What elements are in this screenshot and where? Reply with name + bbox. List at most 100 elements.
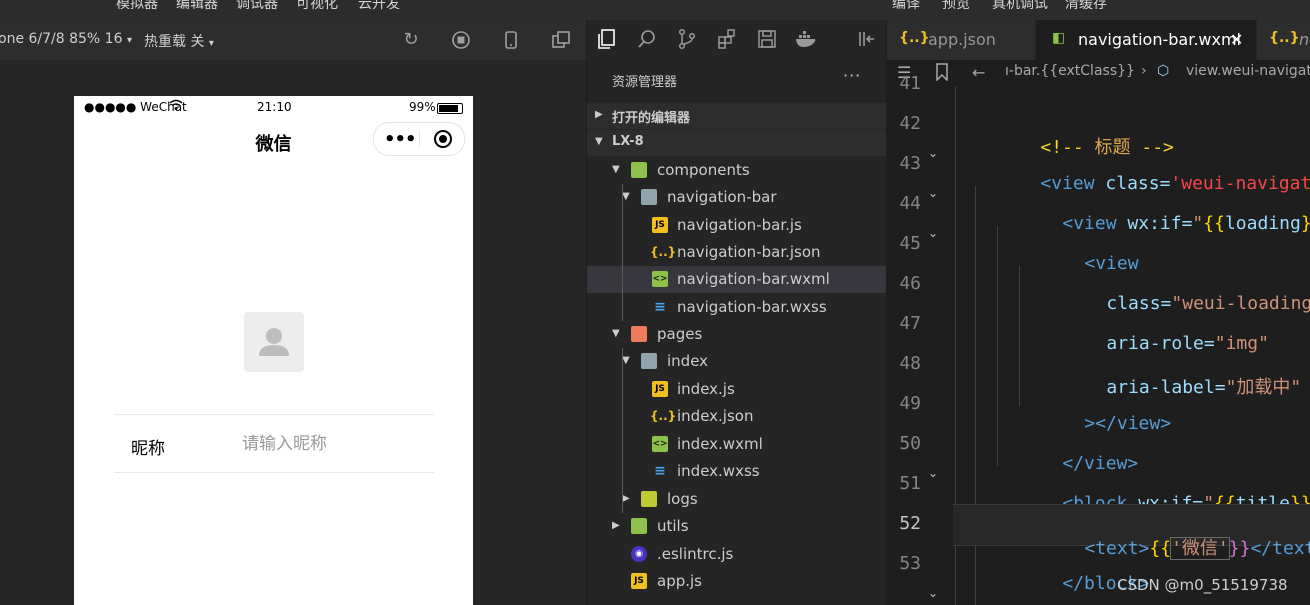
folder-icon — [641, 491, 657, 507]
code-line: <!-- 标题 --> — [1040, 137, 1174, 158]
wxml-file-icon: <> — [652, 271, 668, 287]
menu-clear-cache[interactable]: 清缓存 — [1065, 0, 1107, 13]
tree-folder-index[interactable]: ▼ index — [587, 348, 886, 375]
fold-chevron-icon[interactable]: ⌄ — [928, 226, 938, 240]
refresh-icon[interactable]: ↻ — [401, 30, 421, 50]
detach-window-icon[interactable] — [551, 30, 571, 50]
chevron-down-icon: ▼ — [612, 328, 620, 339]
save-icon[interactable] — [755, 28, 779, 52]
menu-editor[interactable]: 编辑器 — [176, 0, 218, 13]
chevron-right-icon: ▶ — [622, 493, 630, 504]
tab-partial[interactable]: {..} na — [1257, 20, 1310, 60]
search-icon[interactable] — [635, 28, 659, 52]
menu-preview[interactable]: 预览 — [942, 0, 970, 13]
chevron-down-icon: ▼ — [622, 355, 630, 366]
line-gutter: 41 42 43 44 45 46 47 48 49 50 51 52 53 ⌄… — [887, 73, 953, 605]
code-line: <view class='weui-navigation- — [1040, 173, 1310, 194]
activity-bar — [587, 20, 886, 60]
line-number: 44 — [899, 193, 921, 214]
tab-app-json[interactable]: {..} app.json — [887, 20, 1035, 60]
tree-folder-utils[interactable]: ▶ utils — [587, 513, 886, 540]
menu-capsule: ••• — [373, 122, 465, 156]
breadcrumb-item[interactable]: view.weui-navigati — [1186, 63, 1310, 79]
line-number: 41 — [899, 73, 921, 94]
menu-remote-debug[interactable]: 真机调试 — [992, 0, 1048, 13]
wxml-file-icon: ◧ — [1052, 30, 1066, 46]
menu-simulator[interactable]: 模拟器 — [116, 0, 158, 13]
menu-visual[interactable]: 可视化 — [296, 0, 338, 13]
line-number: 50 — [899, 433, 921, 454]
code-line: </view> — [1062, 453, 1139, 474]
tab-navigation-bar-wxml[interactable]: ◧ navigation-bar.wxml ✕ — [1036, 20, 1256, 60]
eslint-file-icon: ◉ — [631, 546, 647, 562]
capsule-divider — [419, 131, 420, 147]
chevron-down-icon: ▼ — [622, 191, 630, 202]
files-icon[interactable] — [595, 28, 619, 52]
phone-icon[interactable] — [501, 30, 521, 50]
close-circle-icon[interactable] — [434, 130, 452, 148]
json-file-icon: {..} — [1269, 30, 1300, 46]
menu-compile[interactable]: 编译 — [892, 0, 920, 13]
top-menu-bar: 模拟器 编辑器 调试器 可视化 云开发 编译 预览 真机调试 清缓存 — [0, 0, 1310, 20]
line-number: 42 — [899, 113, 921, 134]
fold-chevron-icon[interactable]: ⌄ — [928, 466, 938, 480]
tree-indent-guide — [622, 184, 623, 321]
tree-file[interactable]: ≡ navigation-bar.wxss — [587, 294, 886, 321]
cube-icon: ⬡ — [1157, 63, 1170, 79]
docker-icon[interactable] — [794, 28, 818, 52]
line-number: 48 — [899, 353, 921, 374]
nickname-input[interactable] — [242, 431, 422, 457]
code-line: <view wx:if="{{loading}}" c — [1062, 213, 1310, 234]
extensions-icon[interactable] — [715, 28, 739, 52]
project-section[interactable]: ▼ LX-8 — [587, 130, 886, 156]
chevron-down-icon: ▾ — [126, 35, 132, 46]
folder-icon — [631, 326, 647, 342]
line-number: 46 — [899, 273, 921, 294]
fold-chevron-icon[interactable]: ⌄ — [928, 186, 938, 200]
tree-file[interactable]: {..} index.json — [587, 403, 886, 430]
bookmark-icon[interactable] — [935, 63, 949, 85]
tree-file[interactable]: ◉ .eslintrc.js — [587, 541, 886, 568]
more-icon[interactable]: ••• — [384, 129, 417, 150]
open-editors-section[interactable]: ▶ 打开的编辑器 — [587, 103, 886, 129]
code-editor[interactable]: <!-- 标题 --> <view class='weui-navigation… — [953, 86, 1310, 605]
menu-debugger[interactable]: 调试器 — [236, 0, 278, 13]
collapse-panel-icon[interactable] — [855, 28, 879, 52]
js-file-icon: JS — [631, 573, 647, 589]
back-arrow-icon[interactable]: ← — [972, 63, 985, 82]
tree-file[interactable]: ≡ index.wxss — [587, 458, 886, 485]
chevron-down-icon: ▼ — [612, 164, 620, 175]
tree-folder-logs[interactable]: ▶ logs — [587, 486, 886, 513]
tree-file[interactable]: {..} navigation-bar.json — [587, 239, 886, 266]
line-number: 49 — [899, 393, 921, 414]
code-line-current: <text>{{'微信'}}</text> — [953, 504, 1310, 560]
device-select[interactable]: one 6/7/8 85% 16 ▾ — [0, 31, 132, 47]
tree-folder-pages[interactable]: ▼ pages — [587, 321, 886, 348]
json-file-icon: {..} — [650, 245, 677, 259]
tree-folder-components[interactable]: ▼ components — [587, 157, 886, 184]
tree-file[interactable]: JS index.js — [587, 376, 886, 403]
avatar[interactable] — [244, 312, 304, 372]
breadcrumb-item[interactable]: ı-bar.{{extClass}} — [1005, 63, 1135, 79]
status-bar: ●●●●● WeChat 21:10 99% — [74, 96, 473, 120]
js-file-icon: JS — [652, 381, 668, 397]
tree-file[interactable]: <> index.wxml — [587, 431, 886, 458]
editor-tabs: {..} app.json ◧ navigation-bar.wxml ✕ {.… — [887, 20, 1310, 60]
nickname-label: 昵称 — [131, 439, 165, 459]
json-file-icon: {..} — [899, 30, 930, 46]
stop-icon[interactable] — [451, 30, 471, 50]
menu-cloud[interactable]: 云开发 — [358, 0, 400, 13]
fold-chevron-icon[interactable]: ⌄ — [928, 146, 938, 160]
wxss-file-icon: ≡ — [654, 463, 666, 479]
line-number: 43 — [899, 153, 921, 174]
source-control-icon[interactable] — [675, 28, 699, 52]
tree-file[interactable]: JS navigation-bar.js — [587, 212, 886, 239]
tree-file[interactable]: JS app.js — [587, 568, 886, 595]
more-icon[interactable]: ··· — [843, 66, 861, 85]
simulator-toolbar: one 6/7/8 85% 16 ▾ 热重载 关 ▾ ↻ — [0, 20, 586, 60]
tree-folder-navigation-bar[interactable]: ▼ navigation-bar — [587, 184, 886, 211]
fold-chevron-icon[interactable]: ⌄ — [928, 586, 938, 600]
tree-file-selected[interactable]: <> navigation-bar.wxml — [587, 266, 886, 293]
hot-reload-toggle[interactable]: 热重载 关 ▾ — [144, 31, 214, 51]
close-icon[interactable]: ✕ — [1230, 30, 1243, 49]
